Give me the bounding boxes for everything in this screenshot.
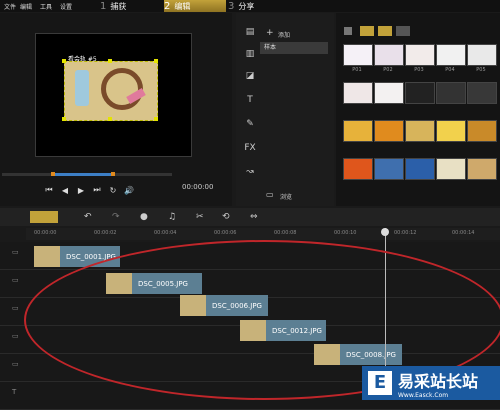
library-thumbnail[interactable]	[467, 82, 497, 104]
video-track-icon[interactable]: ▭	[12, 248, 32, 264]
split-icon[interactable]: ✂	[196, 212, 204, 222]
playhead-handle[interactable]	[381, 228, 389, 236]
resize-handle[interactable]	[62, 117, 66, 121]
library-thumbnail[interactable]	[343, 82, 373, 104]
watermark-url: Www.Easck.Com	[398, 391, 449, 399]
audio-filter-icon[interactable]	[396, 26, 410, 36]
folder-icon[interactable]	[344, 27, 352, 35]
library-thumbnail[interactable]	[467, 120, 497, 142]
home-icon[interactable]: ⏮	[44, 185, 54, 195]
timecode[interactable]: 00:00:00	[182, 183, 213, 191]
resize-handle[interactable]	[108, 117, 112, 121]
scrub-selection	[53, 173, 113, 176]
volume-icon[interactable]: 🔊	[124, 185, 134, 195]
add-label[interactable]: 添加	[278, 30, 290, 39]
audio-mix-icon[interactable]: ♫	[168, 212, 176, 222]
motion-icon[interactable]: ⟲	[222, 212, 230, 222]
menu-settings[interactable]: 设置	[60, 2, 72, 11]
library-thumbnail[interactable]	[436, 158, 466, 180]
browse-icon[interactable]: ▭	[266, 190, 274, 199]
thumbnail-label: P04	[445, 67, 455, 73]
ruler-tick: 00:00:12	[394, 230, 417, 236]
library-thumbnail[interactable]	[343, 158, 373, 180]
library-thumbnail[interactable]	[405, 44, 435, 66]
watermark-logo-icon: E	[368, 371, 392, 395]
thumbnail-label: P03	[414, 67, 424, 73]
library-thumbnail[interactable]	[405, 158, 435, 180]
add-icon[interactable]: +	[266, 28, 274, 38]
timeline-view-button[interactable]	[30, 211, 58, 223]
thumbnail-label: P05	[476, 67, 486, 73]
library-thumbnail[interactable]	[436, 120, 466, 142]
graphic-icon[interactable]: ✎	[243, 118, 257, 130]
title-icon[interactable]: T	[243, 94, 257, 106]
overlay-track-icon[interactable]: ▭	[12, 276, 32, 292]
folder-item[interactable]: 样本	[260, 42, 328, 54]
overlay-track-icon[interactable]: ▭	[12, 360, 32, 376]
step-capture[interactable]: 1 捕获	[100, 0, 162, 12]
ruler-tick: 00:00:10	[334, 230, 357, 236]
library-thumbnail[interactable]	[343, 120, 373, 142]
transition-icon[interactable]: ▥	[243, 48, 257, 60]
step-number: 2	[164, 0, 171, 12]
library-thumbnail[interactable]	[436, 82, 466, 104]
library-thumbnail[interactable]	[374, 158, 404, 180]
watermark-text: 易采站长站	[398, 371, 479, 391]
library-thumbnail[interactable]	[374, 82, 404, 104]
bottle-shape	[75, 70, 89, 106]
trim-out-marker[interactable]	[111, 172, 115, 176]
ruler-tick: 00:00:08	[274, 230, 297, 236]
clip-thumbnail	[34, 246, 60, 267]
video-filter-icon[interactable]	[360, 26, 374, 36]
fit-icon[interactable]: ⇔	[250, 212, 258, 222]
menu-edit[interactable]: 编辑	[20, 2, 32, 11]
repeat-icon[interactable]: ↻	[108, 185, 118, 195]
path-icon[interactable]: ↝	[243, 166, 257, 178]
library-thumbnail[interactable]	[343, 44, 373, 66]
step-number: 3	[228, 0, 235, 12]
ruler-tick: 00:00:06	[214, 230, 237, 236]
effect-icon[interactable]: ◪	[243, 70, 257, 82]
step-number: 1	[100, 0, 107, 12]
end-icon[interactable]: ⏭	[92, 185, 102, 195]
library-thumbnail[interactable]	[467, 44, 497, 66]
library-thumbnail[interactable]	[374, 44, 404, 66]
step-label: 分享	[238, 1, 255, 11]
photo-filter-icon[interactable]	[378, 26, 392, 36]
step-label: 编辑	[174, 1, 191, 11]
step-label: 捕获	[110, 1, 127, 11]
rewind-icon[interactable]: ◀	[60, 185, 70, 195]
play-icon[interactable]: ▶	[76, 185, 86, 195]
trim-in-marker[interactable]	[51, 172, 55, 176]
library-thumbnail[interactable]	[405, 82, 435, 104]
browse-label[interactable]: 浏览	[280, 192, 292, 201]
thumbnail-label: P02	[383, 67, 393, 73]
menu-file[interactable]: 文件	[4, 2, 16, 11]
preview-photo[interactable]	[64, 61, 158, 121]
ruler-tick: 00:00:04	[154, 230, 177, 236]
library-thumbnail[interactable]	[436, 44, 466, 66]
resize-handle[interactable]	[154, 117, 158, 121]
thumbnail-label: P01	[352, 67, 362, 73]
ruler-tick: 00:00:02	[94, 230, 117, 236]
menu-tools[interactable]: 工具	[40, 2, 52, 11]
step-share[interactable]: 3 分享	[228, 0, 290, 12]
watermark-badge: E 易采站长站 Www.Easck.Com	[362, 366, 500, 400]
ruler-tick: 00:00:00	[34, 230, 57, 236]
library-thumbnail[interactable]	[467, 158, 497, 180]
undo-icon[interactable]: ↶	[84, 212, 92, 222]
bead-ring-shape	[101, 68, 143, 110]
resize-handle[interactable]	[154, 59, 158, 63]
media-icon[interactable]: ▤	[243, 26, 257, 38]
ruler-tick: 00:00:14	[452, 230, 475, 236]
title-track-icon[interactable]: T	[12, 388, 32, 404]
library-thumbnail[interactable]	[405, 120, 435, 142]
record-icon[interactable]: ●	[140, 212, 148, 222]
resize-handle[interactable]	[108, 59, 112, 63]
step-edit[interactable]: 2 编辑	[164, 0, 226, 12]
redo-icon[interactable]: ↷	[112, 212, 120, 222]
resize-handle[interactable]	[62, 59, 66, 63]
filter-icon[interactable]: FX	[243, 142, 257, 154]
library-thumbnail[interactable]	[374, 120, 404, 142]
